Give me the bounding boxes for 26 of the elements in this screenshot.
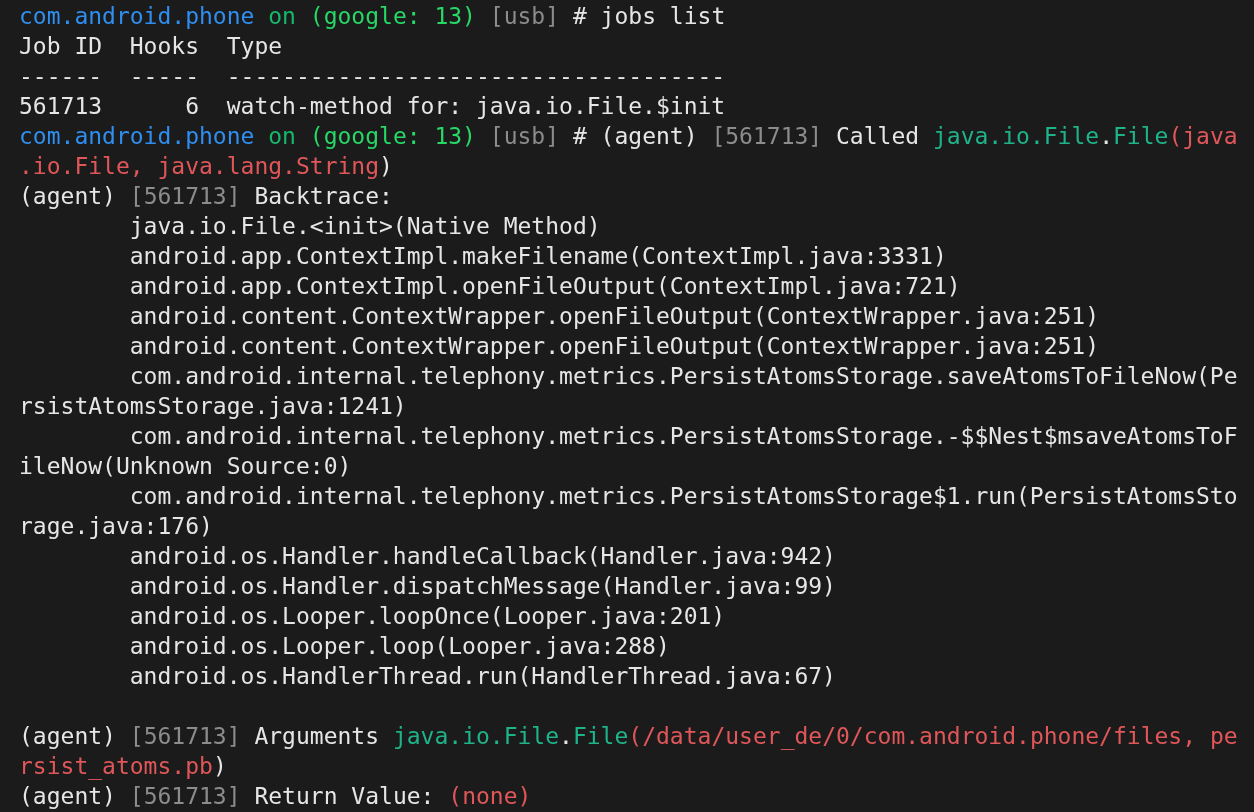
terminal-line: com.android.phone on (google: 13) [usb] # jobs list xyxy=(19,2,726,31)
terminal-line: com.android.phone on (google: 13) [usb] # (agent) [561713] Called java.io.File.File(java xyxy=(19,122,1238,151)
terminal-line: android.os.Looper.loop(Looper.java:288) xyxy=(129,632,670,661)
terminal-line: ileNow(Unknown Source:0) xyxy=(19,452,352,481)
terminal-line: rage.java:176) xyxy=(19,512,213,541)
terminal-line: rsistAtomsStorage.java:1241) xyxy=(19,392,407,421)
terminal-line: android.os.HandlerThread.run(HandlerThread.java:67) xyxy=(129,662,836,691)
terminal-line: (agent) [561713] Return Value: (none) xyxy=(19,782,532,811)
terminal-line: rsist_atoms.pb) xyxy=(19,752,227,781)
terminal-line: com.android.internal.telephony.metrics.PersistAtomsStorage$1.run(PersistAtomsSto xyxy=(129,482,1238,511)
terminal-line: java.io.File.<init>(Native Method) xyxy=(129,212,601,241)
terminal-line: 561713 6 watch-method for: java.io.File.$init xyxy=(19,92,726,121)
terminal-line: (agent) [561713] Arguments java.io.File.File(/data/user_de/0/com.android.phone/files, pe xyxy=(19,722,1238,751)
terminal-line: com.android.internal.telephony.metrics.PersistAtomsStorage.saveAtomsToFileNow(Pe xyxy=(129,362,1238,391)
terminal-line: android.os.Looper.loopOnce(Looper.java:201) xyxy=(129,602,726,631)
terminal-line: android.app.ContextImpl.makeFilename(ContextImpl.java:3331) xyxy=(129,242,947,271)
terminal-line: Job ID Hooks Type xyxy=(19,32,283,61)
terminal-line: android.content.ContextWrapper.openFileOutput(ContextWrapper.java:251) xyxy=(129,332,1100,361)
terminal-line: android.os.Handler.handleCallback(Handler.java:942) xyxy=(129,542,836,571)
terminal-line: (agent) [561713] Backtrace: xyxy=(19,182,393,211)
terminal-line: com.android.internal.telephony.metrics.PersistAtomsStorage.-$$Nest$msaveAtomsToF xyxy=(129,422,1238,451)
terminal-line: android.content.ContextWrapper.openFileOutput(ContextWrapper.java:251) xyxy=(129,302,1100,331)
terminal-line: android.os.Handler.dispatchMessage(Handler.java:99) xyxy=(129,572,836,601)
terminal-line: android.app.ContextImpl.openFileOutput(ContextImpl.java:721) xyxy=(129,272,961,301)
terminal-line: ------ ----- ------------------------------------ xyxy=(19,62,726,91)
terminal-line: .io.File, java.lang.String) xyxy=(19,152,393,181)
